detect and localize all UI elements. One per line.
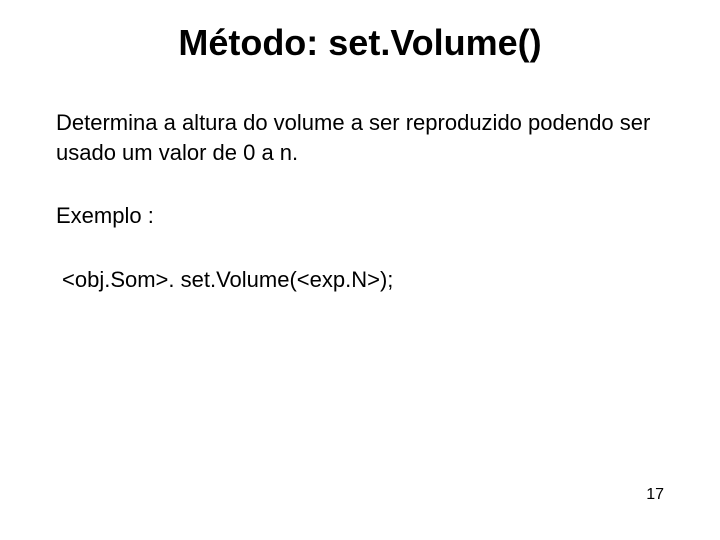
- slide-title: Método: set.Volume(): [0, 0, 720, 64]
- code-example: <obj.Som>. set.Volume(<exp.N>);: [56, 265, 664, 295]
- slide-body: Determina a altura do volume a ser repro…: [0, 64, 720, 295]
- example-label: Exemplo :: [56, 201, 664, 231]
- slide: Método: set.Volume() Determina a altura …: [0, 0, 720, 540]
- description-text: Determina a altura do volume a ser repro…: [56, 108, 664, 167]
- page-number: 17: [646, 486, 664, 504]
